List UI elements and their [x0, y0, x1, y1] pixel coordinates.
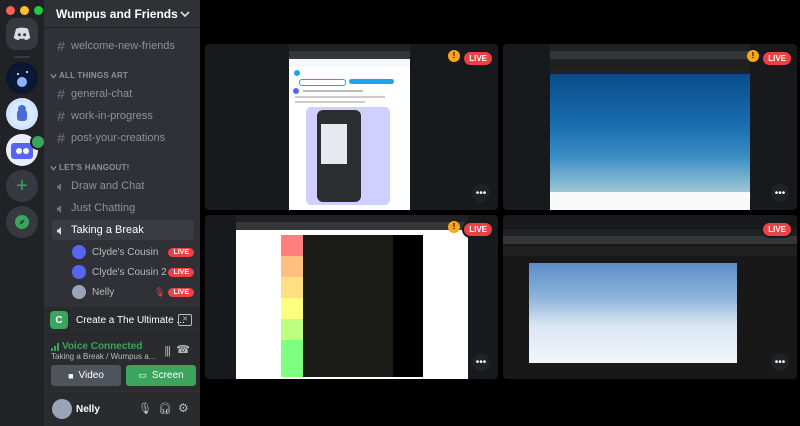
live-badge: LIVE	[462, 221, 494, 238]
stream-video	[550, 44, 750, 210]
live-badge: LIVE	[168, 287, 194, 297]
chevron-down-icon	[180, 10, 190, 17]
voice-channel-just-chatting[interactable]: 🔈︎ Just Chatting	[52, 198, 194, 218]
avatar	[72, 245, 86, 259]
more-options-icon[interactable]: •••	[771, 184, 789, 202]
screen-icon: ▭	[138, 370, 147, 380]
screen-share-button[interactable]: ▭ Screen	[126, 365, 196, 386]
category-hangout[interactable]: LET'S HANGOUT!	[50, 163, 129, 172]
live-badge: LIVE	[462, 50, 494, 67]
disconnect-icon[interactable]: ☎︎	[176, 343, 190, 356]
stream-video	[503, 229, 797, 379]
speaker-icon: 🔈︎	[56, 177, 66, 194]
explore-servers-icon[interactable]	[6, 206, 38, 238]
live-badge: LIVE	[168, 247, 194, 257]
category-art[interactable]: ALL THINGS ART	[50, 71, 128, 80]
voice-channel-draw-and-chat[interactable]: 🔈︎ Draw and Chat	[52, 176, 194, 196]
username: Nelly	[76, 404, 100, 415]
noise-suppression-icon[interactable]: |||	[164, 345, 171, 357]
camera-icon: ■	[68, 370, 74, 381]
voice-user[interactable]: Clyde's Cousin 2 LIVE	[72, 263, 194, 281]
warning-icon: !	[448, 221, 460, 233]
stream-tile[interactable]: ! LIVE •••	[205, 215, 498, 379]
voice-user[interactable]: Nelly 🎙︎ LIVE	[72, 283, 194, 301]
muted-icon: 🎙︎	[154, 286, 166, 297]
voice-connection-panel: Voice Connected Taking a Break / Wumpus …	[44, 335, 200, 391]
minimize-window-button[interactable]	[20, 6, 29, 15]
stream-video	[289, 44, 410, 210]
warning-icon: !	[747, 50, 759, 62]
more-options-icon[interactable]: •••	[472, 184, 490, 202]
live-badge: LIVE	[761, 221, 793, 238]
close-window-button[interactable]	[6, 6, 15, 15]
live-badge: LIVE	[761, 50, 793, 67]
headphones-icon[interactable]: 🎧︎	[158, 402, 172, 415]
voice-connected-status[interactable]: Voice Connected	[51, 341, 142, 352]
hash-icon: #	[57, 86, 65, 102]
chevron-down-icon	[50, 73, 57, 79]
server-name: Wumpus and Friends	[56, 6, 178, 21]
channel-welcome[interactable]: # welcome-new-friends	[52, 36, 194, 56]
avatar	[72, 285, 86, 299]
mute-icon[interactable]: 🔈︎	[747, 190, 753, 201]
speaker-icon: 🔈︎	[56, 199, 66, 216]
add-server-icon[interactable]: +	[6, 170, 38, 202]
gear-icon[interactable]: ⚙︎	[178, 401, 189, 415]
signal-icon	[51, 342, 59, 351]
stream-tile[interactable]: ! LIVE •••	[205, 44, 498, 210]
microphone-icon[interactable]: 🎙︎	[138, 402, 152, 415]
server-icon-space[interactable]	[6, 62, 38, 94]
stream-tile[interactable]: LIVE •••	[503, 215, 797, 379]
activity-label: Create a The Ultimate ...	[76, 315, 185, 326]
speaker-icon: 🔈︎	[56, 221, 66, 238]
hash-icon: #	[57, 38, 65, 54]
channel-general-chat[interactable]: # general-chat	[52, 84, 194, 104]
voice-user[interactable]: Clyde's Cousin LIVE	[72, 243, 194, 261]
server-list: +	[0, 0, 46, 426]
discord-home-icon[interactable]	[6, 18, 38, 50]
user-panel: Nelly 🎙︎ 🎧︎ ⚙︎	[44, 392, 200, 426]
app-icon: C	[50, 311, 68, 329]
window-controls	[6, 6, 43, 15]
channel-work-in-progress[interactable]: # work-in-progress	[52, 106, 194, 126]
stream-video	[236, 215, 468, 379]
stop-stream-icon[interactable]: ✕	[178, 314, 192, 326]
server-header[interactable]: Wumpus and Friends	[44, 0, 200, 28]
hash-icon: #	[57, 108, 65, 124]
voice-channel-taking-a-break[interactable]: 🔈︎ Taking a Break	[52, 220, 194, 240]
chevron-down-icon	[50, 165, 57, 171]
avatar[interactable]	[52, 399, 72, 419]
voice-location[interactable]: Taking a Break / Wumpus a...	[51, 352, 155, 361]
zoom-window-button[interactable]	[34, 6, 43, 15]
stream-tile[interactable]: 🔈︎ ! LIVE •••	[503, 44, 797, 210]
live-badge: LIVE	[168, 267, 194, 277]
more-options-icon[interactable]: •••	[771, 353, 789, 371]
channel-post-your-creations[interactable]: # post-your-creations	[52, 128, 194, 148]
more-options-icon[interactable]: •••	[472, 353, 490, 371]
hash-icon: #	[57, 130, 65, 146]
video-button[interactable]: ■ Video	[51, 365, 121, 386]
avatar	[72, 265, 86, 279]
activity-panel: C Create a The Ultimate ... ✕	[44, 307, 200, 335]
server-icon-wumpus[interactable]	[6, 98, 38, 130]
warning-icon: !	[448, 50, 460, 62]
